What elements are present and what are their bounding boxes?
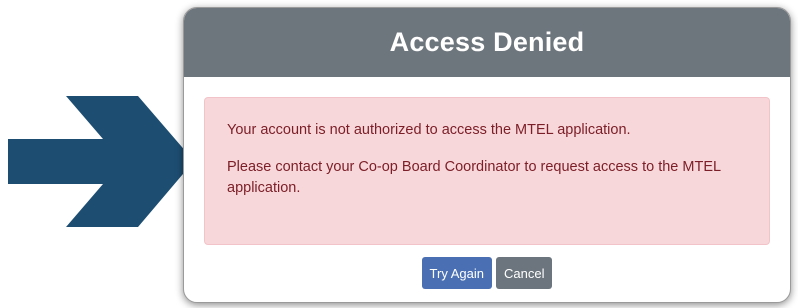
- error-message-contact: Please contact your Co-op Board Coordina…: [227, 159, 721, 196]
- try-again-button[interactable]: Try Again: [421, 257, 492, 289]
- dialog-title: Access Denied: [184, 8, 790, 77]
- cancel-button[interactable]: Cancel: [495, 257, 553, 289]
- dialog-footer: Try Again Cancel: [184, 257, 790, 289]
- error-message-unauthorized: Your account is not authorized to access…: [227, 122, 631, 138]
- right-arrow-icon: [8, 96, 194, 227]
- access-denied-dialog: Access Denied Your account is not author…: [183, 7, 791, 303]
- right-arrow-shape: [8, 96, 194, 227]
- stage: Access Denied Your account is not author…: [0, 0, 798, 308]
- error-alert: Your account is not authorized to access…: [204, 97, 770, 245]
